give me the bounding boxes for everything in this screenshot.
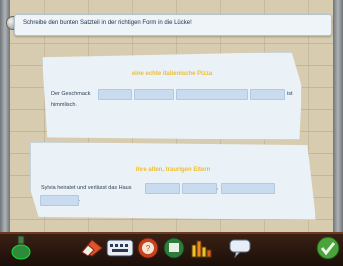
card-2-text-start: Sylvia heiratet und verlässt das Haus — [41, 185, 132, 191]
card-2-blank-1[interactable] — [145, 183, 180, 194]
statistics-icon[interactable] — [190, 237, 216, 259]
card-2-blank-2[interactable] — [182, 183, 217, 194]
card-1-blank-1[interactable] — [98, 89, 132, 100]
card-2-separator: , — [217, 185, 219, 191]
card-2-title: ihre alten, traurigen Eltern — [135, 167, 211, 173]
card-1-title: eine echte italienische Pizza — [131, 71, 213, 77]
keyboard-icon[interactable] — [106, 238, 134, 258]
eraser-icon[interactable] — [80, 236, 104, 258]
left-rail — [0, 0, 10, 232]
card-2-blank-3[interactable] — [221, 183, 275, 194]
check-icon[interactable] — [316, 236, 340, 260]
card-1-text-start: Der Geschmack — [51, 91, 91, 97]
card-1-blank-4[interactable] — [250, 89, 285, 100]
card-1-text-end: ist — [287, 91, 293, 97]
svg-text:?: ? — [146, 244, 151, 253]
card-1-blank-3[interactable] — [176, 89, 248, 100]
card-1-blank-2[interactable] — [134, 89, 174, 100]
card-2-text-end: . — [79, 197, 81, 203]
help-icon[interactable]: ? — [137, 237, 159, 259]
stamp-icon[interactable] — [162, 237, 186, 259]
exercise-card-1: eine echte italienische Pizza Der Geschm… — [42, 52, 302, 140]
exercise-card-2: ihre alten, traurigen Eltern Sylvia heir… — [30, 142, 316, 220]
right-rail — [333, 0, 343, 232]
potion-icon[interactable] — [10, 234, 32, 260]
speech-bubble-icon[interactable] — [228, 238, 252, 258]
card-1-text-line2: himmlisch. — [51, 102, 77, 108]
instruction-text: Schreibe den bunten Satzteil in der rich… — [23, 20, 192, 26]
instruction-bar: Schreibe den bunten Satzteil in der rich… — [14, 14, 332, 36]
card-2-blank-4[interactable] — [40, 195, 79, 206]
